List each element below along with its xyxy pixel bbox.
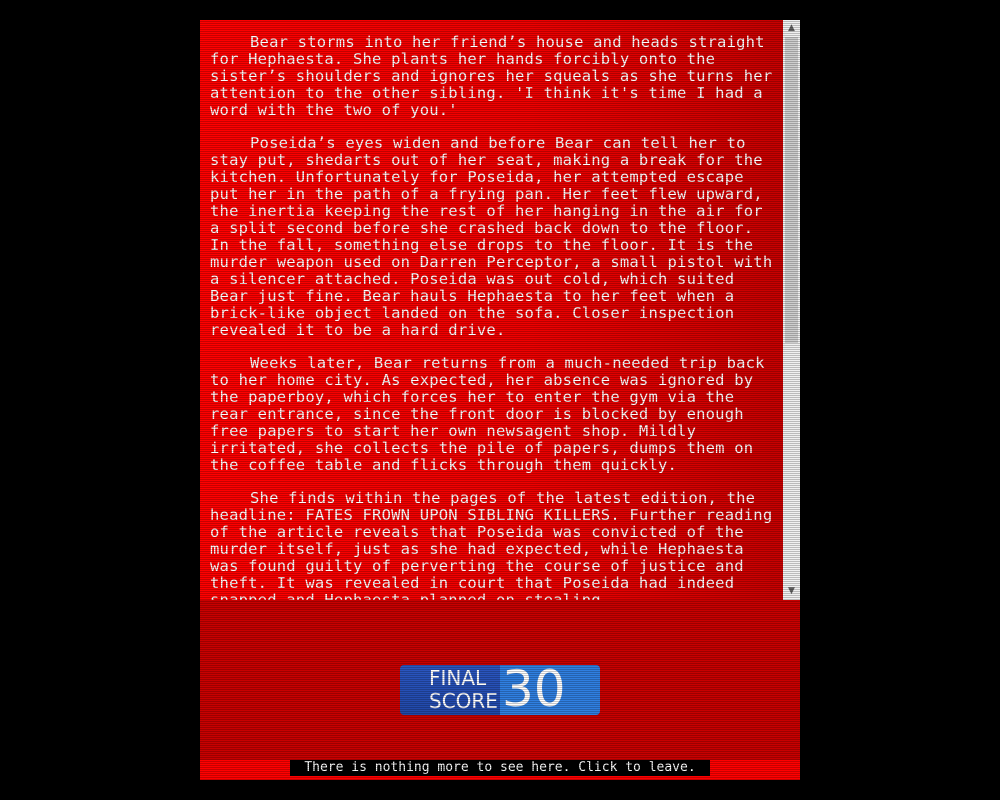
game-frame: Bear storms into her friend’s house and …	[200, 20, 800, 780]
story-scrollbar[interactable]: ▲ ▼	[783, 20, 800, 600]
story-panel[interactable]: Bear storms into her friend’s house and …	[200, 20, 800, 600]
final-score-value: 30	[502, 665, 566, 715]
story-text: Bear storms into her friend’s house and …	[210, 34, 778, 600]
scroll-thumb[interactable]	[785, 37, 798, 343]
final-score-label: FINAL SCORE	[429, 667, 501, 713]
final-score-label-line1: FINAL	[429, 666, 487, 690]
lower-area: FINAL SCORE 30	[200, 600, 800, 760]
story-paragraph: Weeks later, Bear returns from a much-ne…	[210, 354, 765, 474]
story-paragraph: She finds within the pages of the latest…	[210, 489, 773, 601]
scroll-up-icon[interactable]: ▲	[783, 20, 800, 37]
final-score-label-line2: SCORE	[429, 689, 498, 713]
leave-button[interactable]: There is nothing more to see here. Click…	[290, 760, 710, 776]
story-paragraph: Bear storms into her friend’s house and …	[210, 34, 773, 119]
story-paragraph: Poseida’s eyes widen and before Bear can…	[210, 134, 773, 339]
final-score-box: FINAL SCORE 30	[400, 665, 600, 715]
scroll-down-icon[interactable]: ▼	[783, 583, 800, 600]
